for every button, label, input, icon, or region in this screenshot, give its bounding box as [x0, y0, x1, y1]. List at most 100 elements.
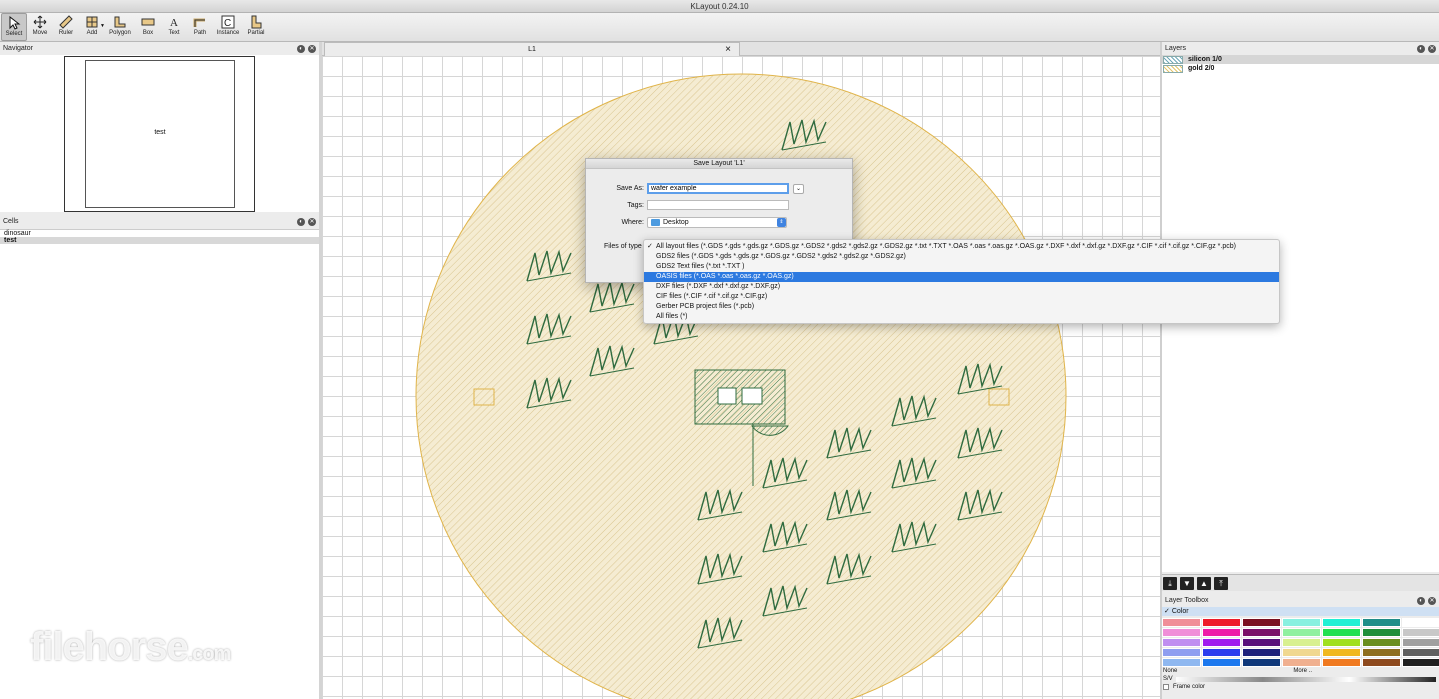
where-row: Where: Desktop ⇕: [586, 217, 787, 228]
file-type-option[interactable]: Gerber PCB project files (*.pcb): [644, 302, 1279, 312]
file-type-option[interactable]: GDS2 files (*.GDS *.gds *.gds.gz *.GDS.g…: [644, 252, 1279, 262]
color-swatch[interactable]: [1322, 648, 1361, 657]
close-tab-icon[interactable]: ×: [725, 43, 731, 57]
close-panel-icon[interactable]: ✕: [1428, 597, 1436, 605]
move-to-bottom-icon[interactable]: ⤓: [1163, 577, 1177, 590]
color-swatch[interactable]: [1202, 658, 1241, 667]
tool-label: Polygon: [109, 30, 131, 36]
instance-icon: C: [221, 15, 235, 29]
layer-toolbox-title: Layer Toolbox: [1165, 597, 1209, 604]
float-panel-icon[interactable]: ◐: [1417, 45, 1425, 53]
color-swatch[interactable]: [1242, 648, 1281, 657]
color-swatch[interactable]: [1242, 638, 1281, 647]
layer-toolbox-header: Layer Toolbox ◐ ✕: [1162, 595, 1439, 607]
select-arrows-icon: ⇕: [777, 218, 786, 227]
color-swatch[interactable]: [1242, 658, 1281, 667]
color-swatch[interactable]: [1402, 628, 1439, 637]
tool-text-button[interactable]: A Text: [161, 13, 187, 41]
more-colors-button[interactable]: More ..: [1293, 667, 1312, 675]
color-swatch[interactable]: [1322, 628, 1361, 637]
navigator-viewport[interactable]: test: [64, 56, 255, 212]
save-as-row: Save As: ⌄: [586, 183, 804, 194]
color-swatch[interactable]: [1362, 638, 1401, 647]
tool-move-button[interactable]: Move: [27, 13, 53, 41]
tool-select-button[interactable]: Select: [1, 13, 27, 41]
layout-canvas[interactable]: [322, 56, 1160, 699]
file-type-option[interactable]: All files (*): [644, 312, 1279, 322]
color-swatch[interactable]: [1162, 618, 1201, 627]
color-swatch[interactable]: [1202, 648, 1241, 657]
color-swatch[interactable]: [1282, 628, 1321, 637]
tool-ruler-button[interactable]: Ruler: [53, 13, 79, 41]
color-swatch[interactable]: [1402, 648, 1439, 657]
color-swatch[interactable]: [1402, 618, 1439, 627]
color-swatch[interactable]: [1282, 658, 1321, 667]
move-to-top-icon[interactable]: ⤒: [1214, 577, 1228, 590]
float-panel-icon[interactable]: ◐: [297, 45, 305, 53]
color-swatch[interactable]: [1322, 658, 1361, 667]
color-swatch[interactable]: [1362, 618, 1401, 627]
save-as-label: Save As:: [616, 185, 644, 192]
close-panel-icon[interactable]: ✕: [308, 45, 316, 53]
file-type-option[interactable]: OASIS files (*.OAS *.oas *.oas.gz *.OAS.…: [644, 272, 1279, 282]
color-swatch[interactable]: [1362, 648, 1401, 657]
navigator-panel[interactable]: test: [0, 55, 319, 212]
none-color-button[interactable]: None: [1163, 667, 1177, 675]
color-swatch[interactable]: [1162, 658, 1201, 667]
move-up-icon[interactable]: ▲: [1197, 577, 1211, 590]
layout-tabbar: L1 ×: [322, 42, 1160, 56]
file-type-text: DXF files (*.DXF *.dxf *.dxf.gz *.DXF.gz…: [656, 283, 781, 290]
svg-text:A: A: [170, 17, 178, 29]
tool-partial-button[interactable]: Partial: [243, 13, 269, 41]
float-panel-icon[interactable]: ◐: [1417, 597, 1425, 605]
file-type-dropdown[interactable]: ✓ All layout files (*.GDS *.gds *.gds.gz …: [643, 239, 1280, 324]
color-swatch[interactable]: [1362, 628, 1401, 637]
layer-item[interactable]: silicon 1/0: [1162, 55, 1439, 64]
file-type-option[interactable]: DXF files (*.DXF *.dxf *.dxf.gz *.DXF.gz…: [644, 282, 1279, 292]
where-select[interactable]: Desktop ⇕: [647, 217, 787, 228]
close-panel-icon[interactable]: ✕: [308, 218, 316, 226]
color-swatch[interactable]: [1202, 638, 1241, 647]
color-swatch[interactable]: [1402, 638, 1439, 647]
sv-slider[interactable]: [1175, 676, 1436, 682]
close-panel-icon[interactable]: ✕: [1428, 45, 1436, 53]
color-swatch[interactable]: [1282, 618, 1321, 627]
tool-instance-button[interactable]: C Instance: [213, 13, 243, 41]
color-swatch[interactable]: [1202, 628, 1241, 637]
tool-box-button[interactable]: Box: [135, 13, 161, 41]
tags-input[interactable]: [647, 200, 789, 210]
layer-buttons: ⤓ ▼ ▲ ⤒: [1162, 574, 1439, 591]
color-swatch[interactable]: [1202, 618, 1241, 627]
expand-dialog-button[interactable]: ⌄: [793, 183, 804, 194]
frame-color-checkbox[interactable]: [1163, 684, 1169, 690]
color-swatch[interactable]: [1162, 628, 1201, 637]
color-swatch[interactable]: [1402, 658, 1439, 667]
color-swatch[interactable]: [1282, 648, 1321, 657]
color-swatch[interactable]: [1162, 648, 1201, 657]
color-swatch[interactable]: [1322, 638, 1361, 647]
color-swatch[interactable]: [1362, 658, 1401, 667]
color-swatch[interactable]: [1162, 638, 1201, 647]
layer-item[interactable]: gold 2/0: [1162, 64, 1439, 73]
tool-polygon-button[interactable]: Polygon: [105, 13, 135, 41]
file-type-option[interactable]: ✓ All layout files (*.GDS *.gds *.gds.gz …: [644, 242, 1279, 252]
tab-l1[interactable]: L1 ×: [324, 42, 740, 56]
tags-label: Tags:: [627, 201, 644, 209]
color-swatch[interactable]: [1242, 618, 1281, 627]
color-swatch[interactable]: [1322, 618, 1361, 627]
file-type-option[interactable]: CIF files (*.CIF *.cif *.cif.gz *.CIF.gz…: [644, 292, 1279, 302]
navigator-cell-outline: test: [85, 60, 235, 208]
tool-path-button[interactable]: Path: [187, 13, 213, 41]
file-type-option[interactable]: GDS2 Text files (*.txt *.TXT ): [644, 262, 1279, 272]
float-panel-icon[interactable]: ◐: [297, 218, 305, 226]
move-down-icon[interactable]: ▼: [1180, 577, 1194, 590]
cell-item[interactable]: test: [0, 237, 319, 244]
color-swatch[interactable]: [1282, 638, 1321, 647]
cell-item[interactable]: dinosaur: [0, 230, 319, 237]
color-section-toggle[interactable]: ✓ Color: [1162, 607, 1439, 616]
save-as-input[interactable]: [647, 183, 789, 194]
polygon-icon: [114, 16, 126, 28]
layer-swatch: [1163, 64, 1183, 73]
color-swatch[interactable]: [1242, 628, 1281, 637]
tool-add-button[interactable]: Add ▼: [79, 13, 105, 41]
